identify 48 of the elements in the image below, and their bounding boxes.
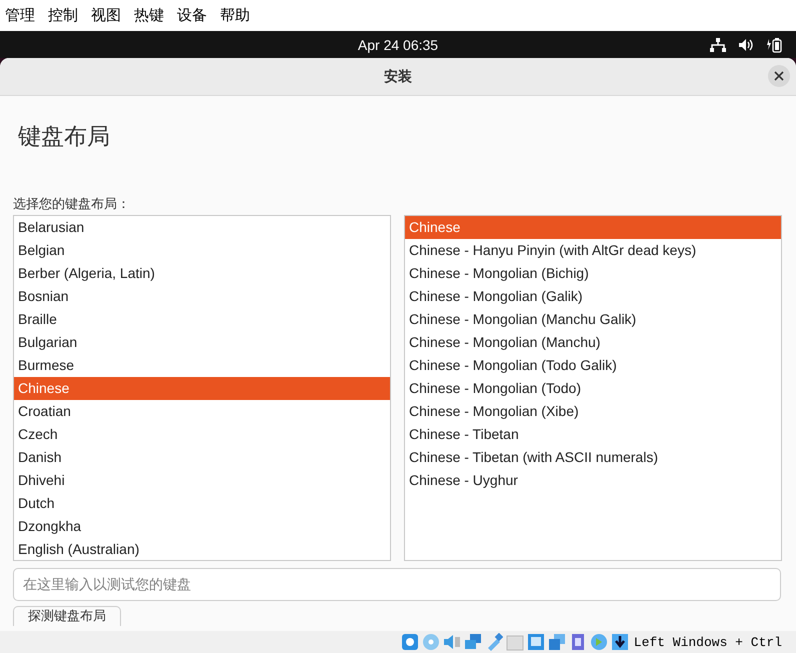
menu-item[interactable]: 帮助 <box>220 6 250 25</box>
display-icon[interactable] <box>526 633 545 651</box>
layout-item[interactable]: Dutch <box>14 492 390 515</box>
speaker-icon[interactable] <box>442 633 461 651</box>
layout-item[interactable]: Croatian <box>14 400 390 423</box>
variant-item[interactable]: Chinese - Mongolian (Manchu) <box>405 331 781 354</box>
variant-item[interactable]: Chinese - Tibetan (with ASCII numerals) <box>405 446 781 469</box>
layout-item[interactable]: Burmese <box>14 354 390 377</box>
clock[interactable]: Apr 24 06:35 <box>358 36 438 52</box>
close-icon <box>774 71 784 81</box>
variant-item[interactable]: Chinese - Mongolian (Bichig) <box>405 262 781 285</box>
menu-item[interactable]: 热键 <box>134 6 164 25</box>
layout-item[interactable]: Danish <box>14 446 390 469</box>
menu-item[interactable]: 设备 <box>177 6 207 25</box>
variant-item[interactable]: Chinese - Mongolian (Todo Galik) <box>405 354 781 377</box>
page-heading: 键盘布局 <box>17 123 111 152</box>
battery-icon[interactable] <box>766 37 782 53</box>
variant-item[interactable]: Chinese - Mongolian (Manchu Galik) <box>405 308 781 331</box>
download-icon[interactable] <box>610 633 629 651</box>
variant-item[interactable]: Chinese - Uyghur <box>405 469 781 492</box>
layout-item[interactable]: Belgian <box>14 239 390 262</box>
variant-item[interactable]: Chinese - Mongolian (Xibe) <box>405 400 781 423</box>
layout-item[interactable]: Belarusian <box>14 216 390 239</box>
variant-item[interactable]: Chinese <box>405 216 781 239</box>
menu-item[interactable]: 管理 <box>5 6 35 25</box>
layout-item[interactable]: Braille <box>14 308 390 331</box>
layout-item[interactable]: English (Australian) <box>14 538 390 560</box>
host-key-label: Left Windows + Ctrl <box>634 634 782 650</box>
detect-layout-button[interactable]: 探测键盘布局 <box>13 606 121 626</box>
variant-item[interactable]: Chinese - Tibetan <box>405 423 781 446</box>
volume-icon[interactable] <box>738 38 754 52</box>
variant-item[interactable]: Chinese - Mongolian (Todo) <box>405 377 781 400</box>
layout-item[interactable]: Berber (Algeria, Latin) <box>14 262 390 285</box>
test-input-field[interactable]: 在这里输入以测试您的键盘 <box>13 568 781 601</box>
menu-item[interactable]: 视图 <box>91 6 121 25</box>
menu-item[interactable]: 控制 <box>48 6 78 25</box>
window-title: 安装 <box>384 68 412 86</box>
layout-item[interactable]: Bosnian <box>14 285 390 308</box>
variant-item[interactable]: Chinese - Hanyu Pinyin (with AltGr dead keys) <box>405 239 781 262</box>
screens-icon[interactable] <box>548 633 566 651</box>
layout-item[interactable]: Bulgarian <box>14 331 390 354</box>
layout-item[interactable]: Dzongkha <box>14 515 390 538</box>
layout-item[interactable]: Chinese <box>14 377 390 400</box>
close-button[interactable] <box>768 65 790 87</box>
variant-item[interactable]: Chinese - Mongolian (Galik) <box>405 285 781 308</box>
layout-item[interactable]: Czech <box>14 423 390 446</box>
layout-item[interactable]: Dhivehi <box>14 469 390 492</box>
prompt-label: 选择您的键盘布局： <box>13 196 131 214</box>
